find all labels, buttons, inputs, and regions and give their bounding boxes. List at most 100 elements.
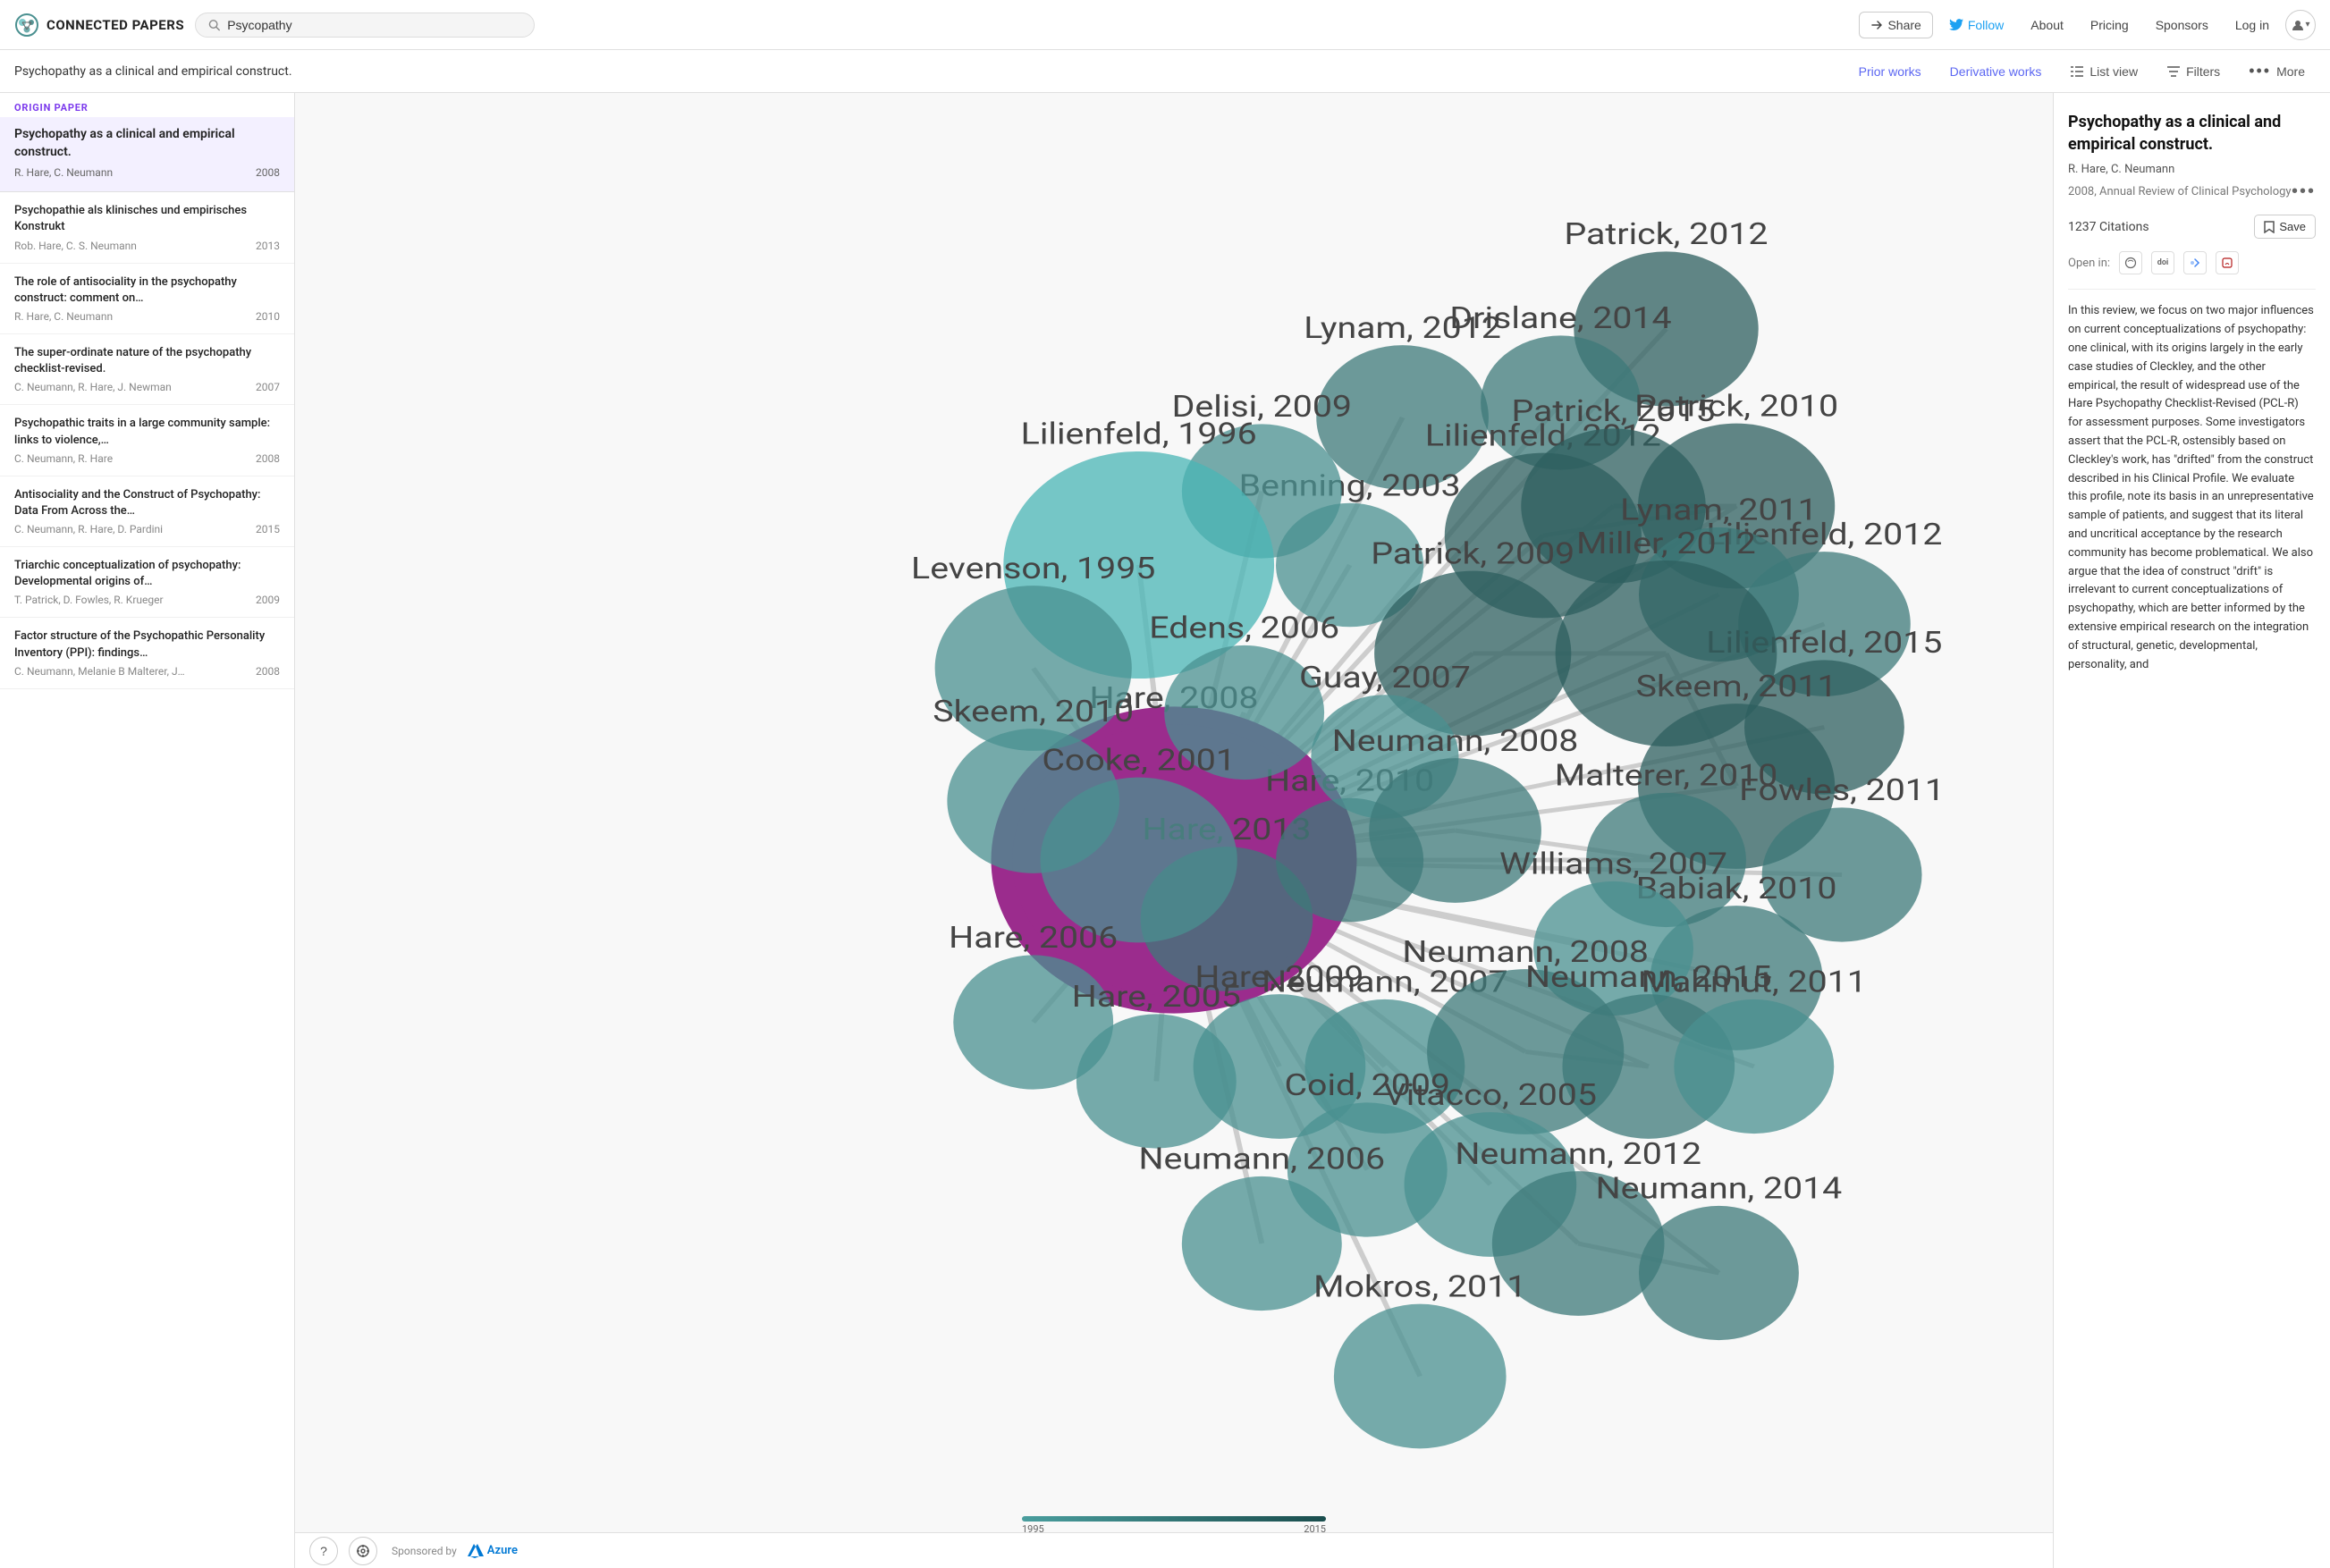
graph-node-label: Miller, 2012: [1576, 526, 1756, 561]
right-panel-abstract: In this review, we focus on two major in…: [2068, 302, 2316, 674]
origin-paper-card[interactable]: Psychopathy as a clinical and empirical …: [0, 117, 294, 192]
paper-item-authors: C. Neumann, Melanie B Malterer, J…: [14, 665, 185, 678]
filters-icon: [2166, 65, 2181, 78]
user-icon: [2291, 18, 2305, 32]
list-item[interactable]: Antisociality and the Construct of Psych…: [0, 476, 294, 547]
paper-item-year: 2008: [256, 665, 280, 678]
graph-node-label: Vitacco, 2005: [1384, 1077, 1597, 1112]
more-button[interactable]: ••• More: [2238, 57, 2316, 85]
paper-item-year: 2007: [256, 381, 280, 393]
graph-area[interactable]: Hare, 2008Hare, 2013Hare, 2010Patrick, 2…: [295, 93, 2053, 1568]
paper-item-authors: T. Patrick, D. Fowles, R. Krueger: [14, 594, 164, 606]
avatar-button[interactable]: ▾: [2285, 10, 2316, 40]
save-button[interactable]: Save: [2254, 215, 2316, 239]
citations-count: 1237 Citations: [2068, 220, 2149, 234]
header-right: Share Follow About Pricing Sponsors Log …: [1859, 10, 2316, 40]
bookmark-icon: [2264, 221, 2275, 233]
subheader-right: Prior works Derivative works List view F…: [1848, 57, 2316, 85]
graph-node-label: Patrick, 2012: [1564, 216, 1768, 251]
subheader: Psychopathy as a clinical and empirical …: [0, 50, 2330, 93]
scholar-icon: [2124, 257, 2137, 269]
right-panel: Psychopathy as a clinical and empirical …: [2053, 93, 2330, 1568]
search-bar[interactable]: [195, 13, 535, 38]
graph-node-label: Neumann, 2006: [1138, 1142, 1385, 1176]
target-icon: [356, 1544, 370, 1558]
graph-nodes[interactable]: Hare, 2008Hare, 2013Hare, 2010Patrick, 2…: [911, 216, 1945, 1448]
paper-item-authors: R. Hare, C. Neumann: [14, 310, 113, 323]
graph-node[interactable]: Cooke, 2001: [1041, 742, 1237, 942]
paper-title-subheader: Psychopathy as a clinical and empirical …: [14, 64, 1830, 79]
paper-item-title: Triarchic conceptualization of psychopat…: [14, 558, 280, 590]
graph-node-label: Patrick, 2010: [1634, 388, 1838, 423]
paper-options-button[interactable]: •••: [2292, 181, 2316, 202]
paper-item-authors: C. Neumann, R. Hare, J. Newman: [14, 381, 172, 393]
logo-text: CONNECTED PAPERS: [46, 17, 184, 33]
main-layout: Origin paper Psychopathy as a clinical a…: [0, 93, 2330, 1568]
derivative-works-button[interactable]: Derivative works: [1939, 60, 2053, 83]
list-item[interactable]: The role of antisociality in the psychop…: [0, 264, 294, 334]
graph-node-label: Cooke, 2001: [1042, 742, 1236, 777]
share-icon: [1870, 19, 1883, 31]
about-button[interactable]: About: [2020, 13, 2074, 38]
graph-node-label: Edens, 2006: [1149, 611, 1339, 645]
open-in-doi-icon[interactable]: doi: [2151, 251, 2174, 274]
filters-button[interactable]: Filters: [2156, 60, 2231, 83]
origin-paper-year: 2008: [256, 166, 280, 179]
graph-node-label: Lynam, 2012: [1304, 310, 1501, 345]
graph-node-label: Patrick, 2009: [1371, 535, 1574, 570]
right-panel-meta: 2008, Annual Review of Clinical Psycholo…: [2068, 181, 2316, 202]
open-in-google-scholar-icon[interactable]: [2183, 251, 2207, 274]
paper-item-year: 2013: [256, 240, 280, 252]
list-view-button[interactable]: List view: [2059, 60, 2148, 83]
graph-node-label: Neumann, 2014: [1596, 1171, 1843, 1206]
origin-paper-title: Psychopathy as a clinical and empirical …: [14, 126, 280, 161]
origin-paper-authors: R. Hare, C. Neumann: [14, 166, 280, 179]
sponsored-by-text: Sponsored by: [392, 1545, 457, 1557]
open-in-scholar-icon[interactable]: [2119, 251, 2142, 274]
paper-item-title: Factor structure of the Psychopathic Per…: [14, 628, 280, 661]
paper-item-authors: Rob. Hare, C. S. Neumann: [14, 240, 137, 252]
sponsors-button[interactable]: Sponsors: [2145, 13, 2219, 38]
list-item[interactable]: The super-ordinate nature of the psychop…: [0, 334, 294, 405]
question-icon: ?: [320, 1544, 327, 1558]
graph-node-label: Skeem, 2011: [1636, 669, 1837, 704]
target-button[interactable]: [349, 1537, 377, 1565]
right-panel-citations: 1237 Citations Save: [2068, 215, 2316, 239]
graph-node-label: Lilienfeld, 1996: [1021, 417, 1257, 451]
follow-button[interactable]: Follow: [1938, 13, 2014, 38]
timeline: 1995 2015: [1022, 1516, 1326, 1523]
list-item[interactable]: Triarchic conceptualization of psychopat…: [0, 547, 294, 618]
graph-node-label: Guay, 2007: [1299, 660, 1471, 695]
graph-node[interactable]: Mokros, 2011: [1313, 1269, 1526, 1448]
share-button[interactable]: Share: [1859, 12, 1932, 38]
graph-node-label: Williams, 2007: [1499, 847, 1727, 881]
azure-logo[interactable]: Azure: [468, 1544, 518, 1558]
paper-item-authors: C. Neumann, R. Hare, D. Pardini: [14, 523, 163, 535]
graph-node-label: Neumann, 2012: [1455, 1136, 1701, 1171]
sidebar-papers-list: Psychopathie als klinisches und empirisc…: [0, 192, 294, 689]
pricing-button[interactable]: Pricing: [2080, 13, 2140, 38]
logo-area: CONNECTED PAPERS: [14, 13, 184, 38]
list-item[interactable]: Psychopathic traits in a large community…: [0, 405, 294, 476]
search-icon: [208, 19, 220, 31]
help-button[interactable]: ?: [309, 1537, 338, 1565]
prior-works-button[interactable]: Prior works: [1848, 60, 1932, 83]
google-scholar-icon: [2189, 257, 2201, 269]
right-panel-open-in: Open in: doi: [2068, 251, 2316, 274]
graph-node-label: Neumann, 2008: [1332, 723, 1579, 758]
open-in-mendeley-icon[interactable]: [2216, 251, 2239, 274]
graph-node-label: Levenson, 1995: [911, 551, 1155, 586]
origin-paper-label: Origin paper: [0, 93, 294, 117]
paper-item-year: 2009: [256, 594, 280, 606]
sidebar: Origin paper Psychopathy as a clinical a…: [0, 93, 295, 1568]
search-input[interactable]: [227, 18, 521, 32]
header: CONNECTED PAPERS Share Follow About Pric…: [0, 0, 2330, 50]
paper-item-title: Antisociality and the Construct of Psych…: [14, 487, 280, 519]
right-panel-authors: R. Hare, C. Neumann: [2068, 163, 2316, 176]
list-item[interactable]: Psychopathie als klinisches und empirisc…: [0, 192, 294, 263]
open-in-label: Open in:: [2068, 257, 2110, 270]
list-item[interactable]: Factor structure of the Psychopathic Per…: [0, 618, 294, 688]
paper-item-authors: C. Neumann, R. Hare: [14, 452, 113, 465]
paper-item-title: The role of antisociality in the psychop…: [14, 274, 280, 307]
login-button[interactable]: Log in: [2224, 13, 2280, 38]
